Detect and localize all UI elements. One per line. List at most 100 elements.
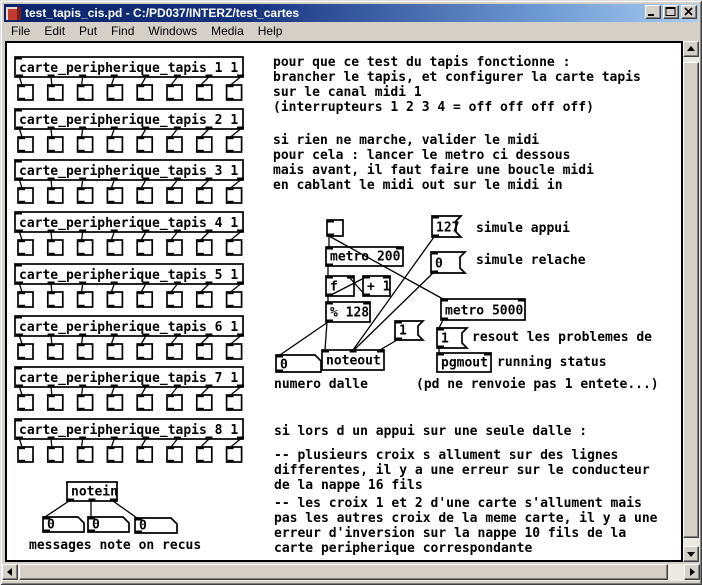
cell-toggle[interactable] <box>48 344 63 359</box>
vertical-scroll-thumb[interactable] <box>683 62 699 538</box>
cell-toggle[interactable] <box>107 344 122 359</box>
cell-toggle[interactable] <box>197 85 212 100</box>
cell-toggle[interactable] <box>227 447 242 462</box>
menu-help[interactable]: Help <box>251 23 290 39</box>
cell-toggle[interactable] <box>137 240 152 255</box>
cell-toggle[interactable] <box>18 188 33 203</box>
cell-toggle[interactable] <box>78 137 93 152</box>
cell-toggle[interactable] <box>78 395 93 410</box>
menu-windows[interactable]: Windows <box>141 23 204 39</box>
cell-toggle[interactable] <box>137 344 152 359</box>
cell-toggle[interactable] <box>78 188 93 203</box>
cell-toggle[interactable] <box>18 85 33 100</box>
cell-toggle[interactable] <box>197 188 212 203</box>
cell-toggle[interactable] <box>167 447 182 462</box>
cell-toggle[interactable] <box>78 292 93 307</box>
scroll-down-button[interactable] <box>683 546 699 562</box>
cell-toggle[interactable] <box>227 344 242 359</box>
label-num-note-3: 0 <box>139 519 147 534</box>
cell-toggle[interactable] <box>137 85 152 100</box>
cell-toggle[interactable] <box>48 395 63 410</box>
cell-toggle[interactable] <box>18 447 33 462</box>
cell-toggle[interactable] <box>137 447 152 462</box>
scroll-up-button[interactable] <box>683 41 699 57</box>
cell-toggle[interactable] <box>137 137 152 152</box>
cell-toggle[interactable] <box>107 85 122 100</box>
cell-toggle[interactable] <box>167 344 182 359</box>
cell-toggle[interactable] <box>78 85 93 100</box>
cell-toggle[interactable] <box>227 137 242 152</box>
cell-toggle[interactable] <box>227 292 242 307</box>
outlet-nub <box>228 460 234 462</box>
cell-toggle[interactable] <box>107 447 122 462</box>
cell-toggle[interactable] <box>107 137 122 152</box>
cell-toggle[interactable] <box>167 240 182 255</box>
cell-toggle[interactable] <box>78 447 93 462</box>
cell-toggle[interactable] <box>167 188 182 203</box>
menu-edit[interactable]: Edit <box>37 23 72 39</box>
patch-cord <box>82 387 83 395</box>
cell-toggle[interactable] <box>48 292 63 307</box>
menu-file[interactable]: File <box>4 23 37 39</box>
cell-toggle[interactable] <box>137 188 152 203</box>
maximize-button[interactable] <box>663 5 679 19</box>
scroll-left-button[interactable] <box>2 564 18 580</box>
inlet-nub <box>79 292 85 294</box>
cell-toggle[interactable] <box>48 240 63 255</box>
cell-toggle[interactable] <box>18 137 33 152</box>
horizontal-scrollbar[interactable] <box>2 564 700 581</box>
cell-toggle[interactable] <box>167 137 182 152</box>
cell-toggle[interactable] <box>167 395 182 410</box>
outlet-nub <box>228 305 234 307</box>
cell-toggle[interactable] <box>197 344 212 359</box>
scroll-right-button[interactable] <box>684 564 700 580</box>
outlet-nub <box>228 357 234 359</box>
cell-toggle[interactable] <box>197 240 212 255</box>
inlet-nub <box>108 292 114 294</box>
patch-cord <box>171 180 177 188</box>
cell-toggle[interactable] <box>197 395 212 410</box>
cell-toggle[interactable] <box>227 188 242 203</box>
minimize-button[interactable] <box>645 5 661 19</box>
cell-toggle[interactable] <box>227 395 242 410</box>
cell-toggle[interactable] <box>18 395 33 410</box>
cell-toggle[interactable] <box>107 292 122 307</box>
outlet-nub <box>138 98 144 100</box>
cell-toggle[interactable] <box>197 447 212 462</box>
cell-toggle[interactable] <box>48 85 63 100</box>
cell-toggle[interactable] <box>227 85 242 100</box>
cell-toggle[interactable] <box>18 344 33 359</box>
cell-toggle[interactable] <box>137 395 152 410</box>
cell-toggle[interactable] <box>107 395 122 410</box>
close-button[interactable] <box>681 5 697 19</box>
cell-toggle[interactable] <box>107 240 122 255</box>
cell-toggle[interactable] <box>167 292 182 307</box>
patch-cord <box>171 439 177 447</box>
menu-put[interactable]: Put <box>72 23 104 39</box>
cell-toggle[interactable] <box>48 188 63 203</box>
cell-toggle[interactable] <box>197 292 212 307</box>
inlet-nub <box>363 302 370 305</box>
patch-cord <box>51 77 52 85</box>
cell-toggle[interactable] <box>48 137 63 152</box>
titlebar[interactable]: test_tapis_cis.pd - C:/PD037/INTERZ/test… <box>4 4 698 22</box>
cell-toggle[interactable] <box>18 240 33 255</box>
cell-toggle[interactable] <box>78 344 93 359</box>
menu-media[interactable]: Media <box>204 23 251 39</box>
cell-toggle[interactable] <box>48 447 63 462</box>
patch-cord <box>20 129 23 137</box>
cell-toggle[interactable] <box>137 292 152 307</box>
menu-find[interactable]: Find <box>104 23 141 39</box>
vertical-scrollbar[interactable] <box>683 41 700 562</box>
arrow-left-icon <box>7 568 12 576</box>
cell-toggle[interactable] <box>18 292 33 307</box>
outlet-nub <box>49 253 55 255</box>
cell-toggle[interactable] <box>197 137 212 152</box>
inlet-nub <box>168 395 174 397</box>
cell-toggle[interactable] <box>78 240 93 255</box>
cell-toggle[interactable] <box>227 240 242 255</box>
horizontal-scroll-thumb[interactable] <box>19 564 668 580</box>
cell-toggle[interactable] <box>107 188 122 203</box>
cell-toggle[interactable] <box>167 85 182 100</box>
inlet-nub <box>347 276 354 279</box>
